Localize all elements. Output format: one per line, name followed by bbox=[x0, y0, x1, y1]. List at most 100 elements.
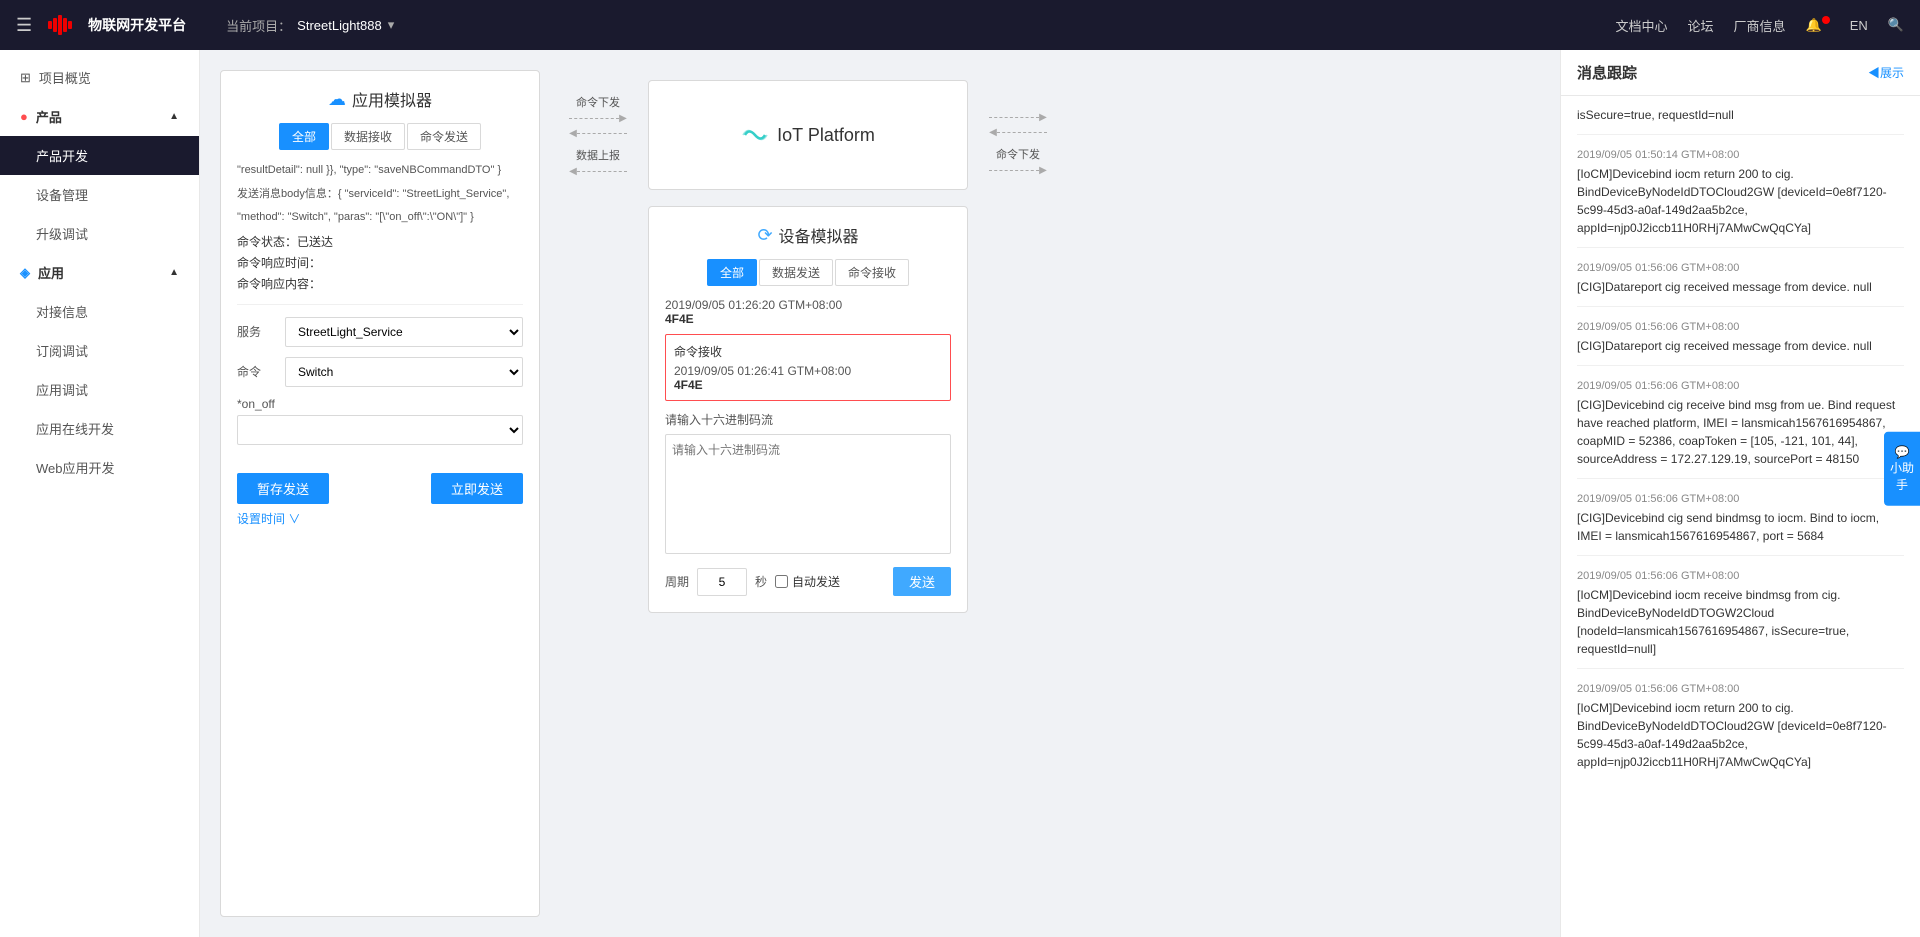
search-icon[interactable]: 🔍 bbox=[1888, 17, 1904, 33]
device-simulator-title: ⟳ 设备模拟器 bbox=[665, 223, 951, 247]
iot-platform-title: IoT Platform bbox=[777, 125, 875, 146]
device-tab-data-send[interactable]: 数据发送 bbox=[759, 259, 833, 286]
device-simulator-box: ⟳ 设备模拟器 全部 数据发送 命令接收 2019/09/05 01:26:20… bbox=[648, 206, 968, 613]
device-simulator-wrapper: ⟳ 设备模拟器 全部 数据发送 命令接收 2019/09/05 01:26:20… bbox=[648, 206, 968, 613]
data-entry-label: 请输入十六进制码流 bbox=[665, 411, 951, 428]
trace-time-1: 2019/09/05 01:50:14 GTM+08:00 bbox=[1577, 149, 1904, 161]
sidebar-item-web-app-dev[interactable]: Web应用开发 bbox=[0, 448, 199, 487]
sidebar-item-product[interactable]: ● 产品 ▲ bbox=[0, 97, 199, 136]
trace-msg-3: [CIG]Datareport cig received message fro… bbox=[1577, 337, 1904, 355]
brand: 物联网开发平台 bbox=[48, 15, 186, 35]
period-unit: 秒 bbox=[755, 573, 767, 590]
send-button[interactable]: 发送 bbox=[893, 567, 951, 596]
trace-item-4: 2019/09/05 01:56:06 GTM+08:00 [CIG]Devic… bbox=[1577, 380, 1904, 479]
cmd-response-time: 命令响应时间： bbox=[237, 254, 523, 271]
sidebar-item-overview[interactable]: ⊞ 项目概览 bbox=[0, 58, 199, 97]
sidebar-item-subscribe-debug[interactable]: 订阅调试 bbox=[0, 331, 199, 370]
command-label: 命令 bbox=[237, 363, 277, 380]
trace-msg-1: [IoCM]Devicebind iocm return 200 to cig.… bbox=[1577, 165, 1904, 237]
content-area: ☁ 应用模拟器 全部 数据接收 命令发送 "resultDetail": nul… bbox=[200, 50, 1920, 937]
tab-cmd-send[interactable]: 命令发送 bbox=[407, 123, 481, 150]
nav-docs[interactable]: 文档中心 bbox=[1616, 16, 1668, 35]
trace-item-1: 2019/09/05 01:50:14 GTM+08:00 [IoCM]Devi… bbox=[1577, 149, 1904, 248]
service-label: 服务 bbox=[237, 323, 277, 340]
trace-item-5: 2019/09/05 01:56:06 GTM+08:00 [CIG]Devic… bbox=[1577, 493, 1904, 556]
service-select[interactable]: StreetLight_Service bbox=[285, 317, 523, 347]
trace-item-0: isSecure=true, requestId=null bbox=[1577, 106, 1904, 135]
sidebar-item-connect-info[interactable]: 对接信息 bbox=[0, 292, 199, 331]
data-timestamp: 2019/09/05 01:26:20 GTM+08:00 bbox=[665, 298, 951, 312]
notification-dot bbox=[1822, 16, 1830, 24]
period-input[interactable] bbox=[697, 568, 747, 596]
chevron-up-icon-app: ▲ bbox=[169, 267, 179, 278]
data-up-label: 数据上报 bbox=[576, 147, 620, 163]
sidebar-label-product-dev: 产品开发 bbox=[36, 146, 88, 165]
tab-data-receive[interactable]: 数据接收 bbox=[331, 123, 405, 150]
trace-item-3: 2019/09/05 01:56:06 GTM+08:00 [CIG]Datar… bbox=[1577, 321, 1904, 366]
trace-panel: 消息跟踪 ◀展示 isSecure=true, requestId=null 2… bbox=[1560, 50, 1920, 937]
cmd-down-label2: 命令下发 bbox=[996, 146, 1040, 162]
simulator-panel: ☁ 应用模拟器 全部 数据接收 命令发送 "resultDetail": nul… bbox=[200, 50, 1560, 937]
dropdown-arrow-icon: ▾ bbox=[388, 17, 395, 33]
trace-item-7: 2019/09/05 01:56:06 GTM+08:00 [IoCM]Devi… bbox=[1577, 683, 1904, 781]
sidebar-item-app-online-dev[interactable]: 应用在线开发 bbox=[0, 409, 199, 448]
cmd-down-label1: 命令下发 bbox=[576, 94, 620, 110]
data-textarea[interactable] bbox=[665, 434, 951, 554]
nav-forum[interactable]: 论坛 bbox=[1688, 16, 1714, 35]
period-label: 周期 bbox=[665, 573, 689, 590]
trace-time-6: 2019/09/05 01:56:06 GTM+08:00 bbox=[1577, 570, 1904, 582]
tab-all[interactable]: 全部 bbox=[279, 123, 329, 150]
device-simulator-tabs: 全部 数据发送 命令接收 bbox=[665, 259, 951, 286]
sidebar-label-product: 产品 bbox=[36, 107, 62, 126]
sidebar-item-upgrade-debug[interactable]: 升级调试 bbox=[0, 214, 199, 253]
trace-toggle[interactable]: ◀展示 bbox=[1868, 64, 1904, 81]
cmd-received-title: 命令接收 bbox=[674, 343, 942, 360]
notification-bell[interactable]: 🔔 bbox=[1806, 16, 1830, 33]
sidebar-item-app-debug[interactable]: 应用调试 bbox=[0, 370, 199, 409]
send-now-button[interactable]: 立即发送 bbox=[431, 473, 523, 504]
iot-icon bbox=[741, 126, 769, 144]
chevron-up-icon: ▲ bbox=[169, 111, 179, 122]
sidebar-label-overview: 项目概览 bbox=[39, 68, 91, 87]
nav-lang[interactable]: EN bbox=[1850, 18, 1868, 33]
command-select[interactable]: Switch bbox=[285, 357, 523, 387]
main-container: ⊞ 项目概览 ● 产品 ▲ 产品开发 设备管理 升级调试 bbox=[0, 50, 1920, 937]
sidebar-label-app: 应用 bbox=[38, 263, 64, 282]
cmd-status: 命令状态：已送达 bbox=[237, 233, 523, 250]
product-icon: ● bbox=[20, 109, 28, 124]
sidebar-item-app[interactable]: ◈ 应用 ▲ bbox=[0, 253, 199, 292]
trace-msg-4: [CIG]Devicebind cig receive bind msg fro… bbox=[1577, 396, 1904, 468]
chat-assistant-button[interactable]: 💬 小助手 bbox=[1884, 431, 1920, 505]
trace-time-5: 2019/09/05 01:56:06 GTM+08:00 bbox=[1577, 493, 1904, 505]
hamburger-menu[interactable]: ☰ bbox=[16, 15, 32, 36]
send-row: 周期 秒 自动发送 发送 bbox=[665, 567, 951, 596]
data-entry-area: 请输入十六进制码流 bbox=[665, 411, 951, 557]
trace-time-4: 2019/09/05 01:56:06 GTM+08:00 bbox=[1577, 380, 1904, 392]
grid-icon: ⊞ bbox=[20, 70, 31, 86]
center-column: 命令下发 ▶ ◀ 数据上报 ◀ bbox=[548, 70, 1068, 917]
sidebar-section-main: ⊞ 项目概览 ● 产品 ▲ 产品开发 设备管理 升级调试 bbox=[0, 50, 199, 495]
time-setting[interactable]: 设置时间 ∨ bbox=[237, 510, 523, 527]
data-item: 2019/09/05 01:26:20 GTM+08:00 4F4E bbox=[665, 298, 951, 326]
project-selector[interactable]: 当前项目： StreetLight888 ▾ bbox=[226, 16, 394, 35]
chat-icon: 💬 bbox=[1890, 443, 1914, 460]
sidebar-item-device-mgmt[interactable]: 设备管理 bbox=[0, 175, 199, 214]
cmd-received-hex: 4F4E bbox=[674, 378, 942, 392]
project-label: 当前项目： bbox=[226, 16, 291, 35]
auto-send-checkbox[interactable] bbox=[775, 575, 788, 588]
app-simulator-box: ☁ 应用模拟器 全部 数据接收 命令发送 "resultDetail": nul… bbox=[220, 70, 540, 917]
nav-vendor[interactable]: 厂商信息 bbox=[1734, 16, 1786, 35]
save-send-button[interactable]: 暂存发送 bbox=[237, 473, 329, 504]
right-arrows: ▶ ◀ 命令下发 ▶ bbox=[968, 94, 1068, 176]
app-simulator-title: ☁ 应用模拟器 bbox=[237, 87, 523, 111]
arrow-right-line: ▶ bbox=[569, 113, 627, 124]
sidebar-item-product-dev[interactable]: 产品开发 bbox=[0, 136, 199, 175]
auto-send-check[interactable]: 自动发送 bbox=[775, 573, 840, 590]
param-select[interactable] bbox=[237, 415, 523, 445]
trace-msg-5: [CIG]Devicebind cig send bindmsg to iocm… bbox=[1577, 509, 1904, 545]
device-tab-all[interactable]: 全部 bbox=[707, 259, 757, 286]
sidebar-label-upgrade-debug: 升级调试 bbox=[36, 224, 88, 243]
device-tab-cmd-receive[interactable]: 命令接收 bbox=[835, 259, 909, 286]
cmd-received-timestamp: 2019/09/05 01:26:41 GTM+08:00 bbox=[674, 364, 942, 378]
trace-msg-2: [CIG]Datareport cig received message fro… bbox=[1577, 278, 1904, 296]
